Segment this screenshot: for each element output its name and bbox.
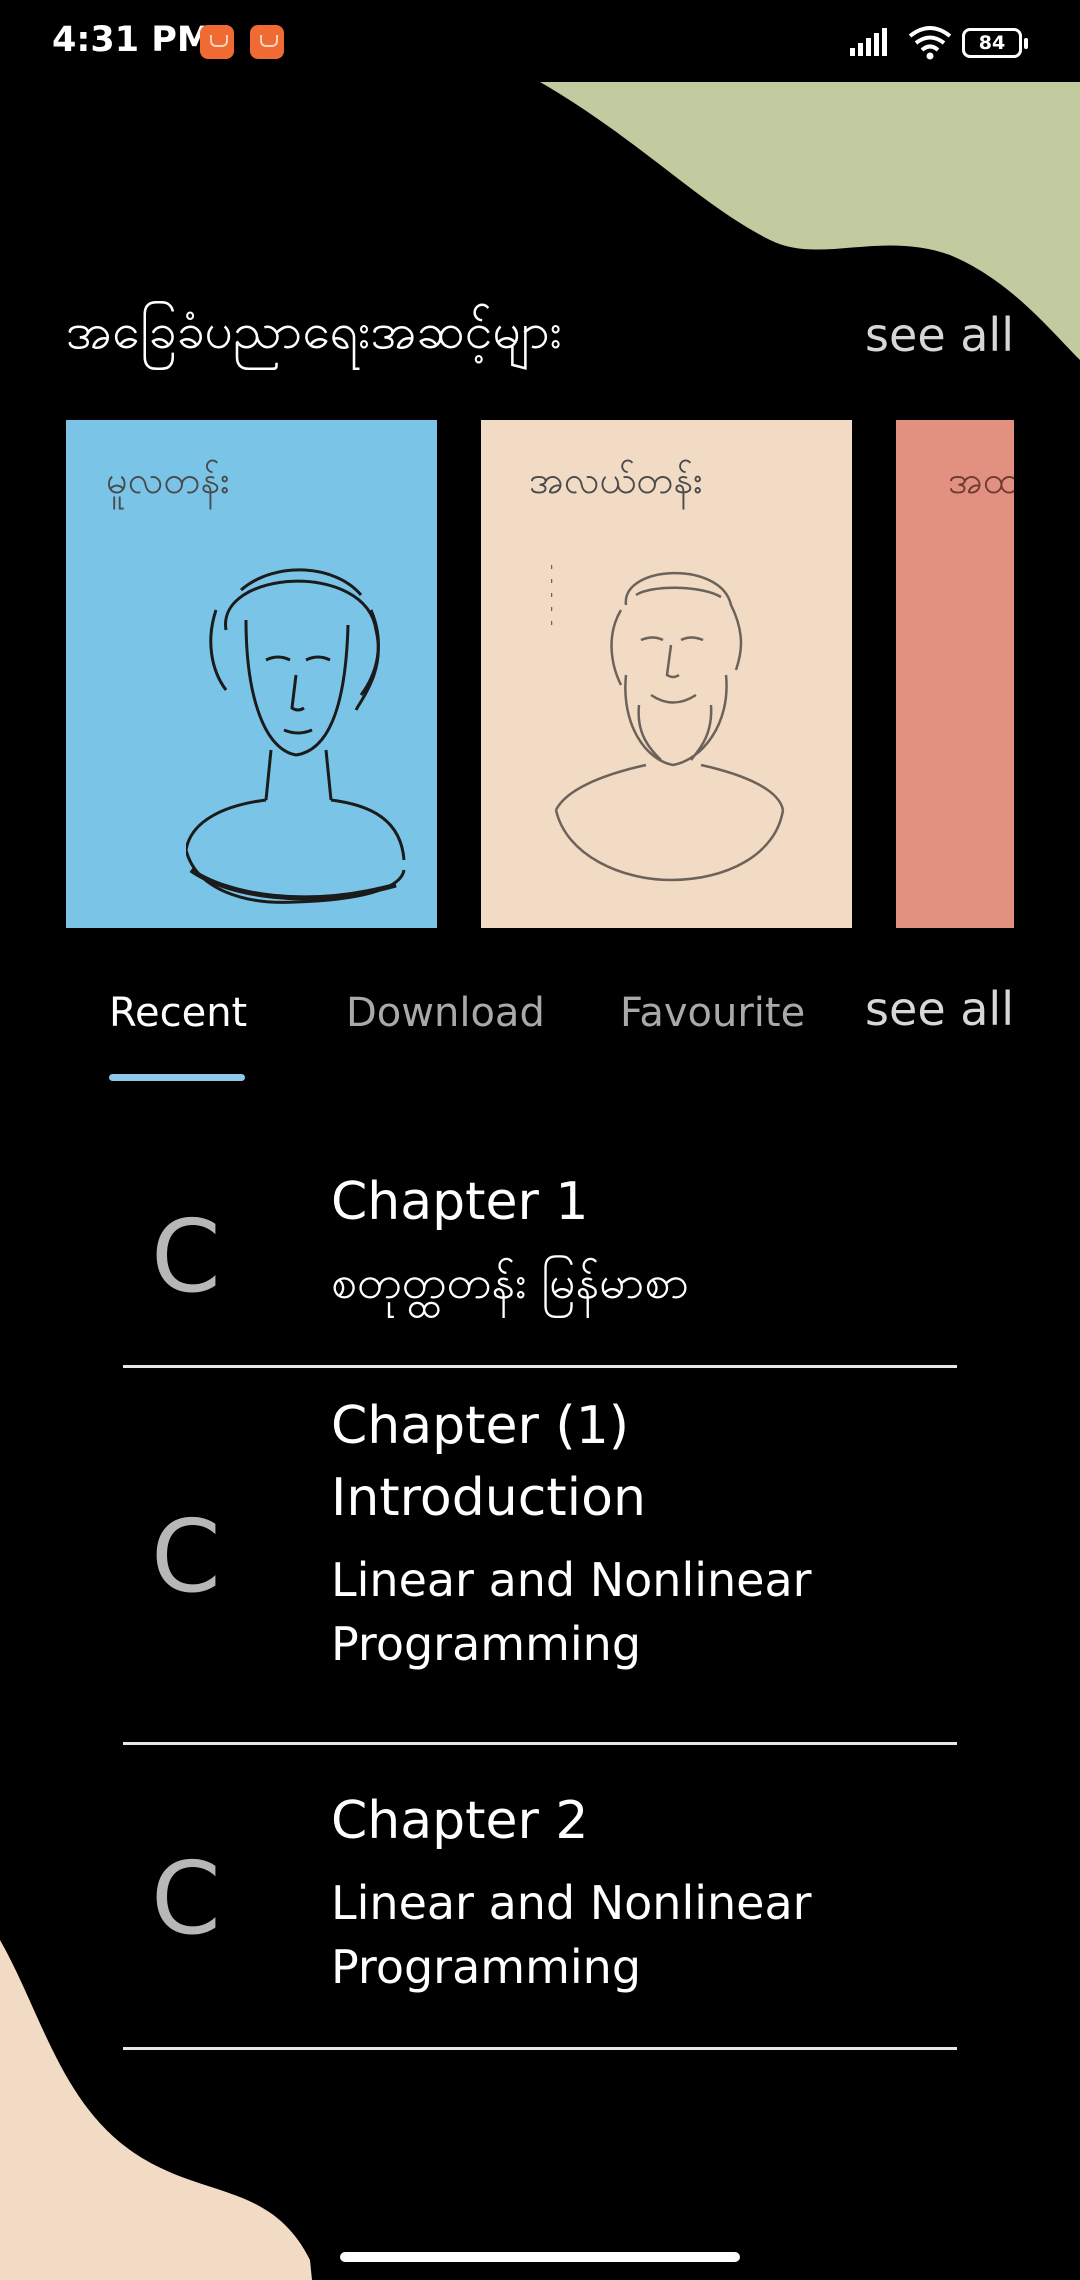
female-bust-illustration <box>186 568 406 904</box>
card-title: အထ <box>948 458 1014 502</box>
item-title: Chapter 1 <box>331 1172 589 1232</box>
item-subtitle: Linear and Nonlinear Programming <box>331 1876 812 1994</box>
see-all-levels-link[interactable]: see all <box>865 308 1014 362</box>
item-letter-avatar: C <box>151 1840 221 1957</box>
card-title: မူလတန်း <box>106 458 230 502</box>
status-time: 4:31 PM <box>52 20 212 60</box>
item-subtitle: Linear and Nonlinear Programming <box>331 1553 812 1671</box>
wifi-icon <box>908 26 952 60</box>
signal-icon <box>850 28 887 56</box>
see-all-list-link[interactable]: see all <box>865 982 1014 1036</box>
tab-favourite[interactable]: Favourite <box>620 990 805 1036</box>
battery-icon: 84 <box>962 28 1028 58</box>
level-card[interactable]: မူလတန်း <box>66 420 437 928</box>
tab-download[interactable]: Download <box>346 990 545 1036</box>
home-indicator[interactable] <box>340 2252 740 2262</box>
item-text: Chapter 1 စတုတ္ထတန်း မြန်မာစာ <box>331 1166 957 1314</box>
notification-icon <box>250 25 284 59</box>
section-title: အခြေခံပညာရေးအဆင့်များ <box>66 302 563 360</box>
battery-level: 84 <box>978 32 1006 54</box>
item-letter-avatar: C <box>151 1498 221 1615</box>
list-item[interactable]: C Chapter 1 စတုတ္ထတန်း မြန်မာစာ <box>123 1140 957 1368</box>
item-letter-avatar: C <box>151 1198 221 1315</box>
list-item[interactable]: C Chapter (1) Introduction Linear and No… <box>123 1368 957 1745</box>
item-text: Chapter (1) Introduction Linear and Nonl… <box>331 1390 957 1676</box>
notification-icon <box>200 25 234 59</box>
item-title: Chapter (1) Introduction <box>331 1396 646 1528</box>
card-title: အလယ်တန်း <box>529 458 703 502</box>
tab-recent[interactable]: Recent <box>109 990 247 1036</box>
item-text: Chapter 2 Linear and Nonlinear Programmi… <box>331 1785 957 1999</box>
education-level-carousel[interactable]: မူလတန်း အလယ်တန်း အထ <box>66 420 1014 928</box>
status-bar: 4:31 PM 84 <box>0 0 1080 82</box>
level-card[interactable]: အလယ်တန်း <box>481 420 852 928</box>
item-title: Chapter 2 <box>331 1791 589 1851</box>
item-subtitle: စတုတ္ထတန်း မြန်မာစာ <box>331 1255 690 1309</box>
recent-list: C Chapter 1 စတုတ္ထတန်း မြန်မာစာ C Chapte… <box>123 1140 957 2050</box>
level-card[interactable]: အထ <box>896 420 1014 928</box>
bearded-male-bust-illustration <box>551 565 785 882</box>
active-tab-indicator <box>109 1074 245 1081</box>
list-item[interactable]: C Chapter 2 Linear and Nonlinear Program… <box>123 1745 957 2050</box>
